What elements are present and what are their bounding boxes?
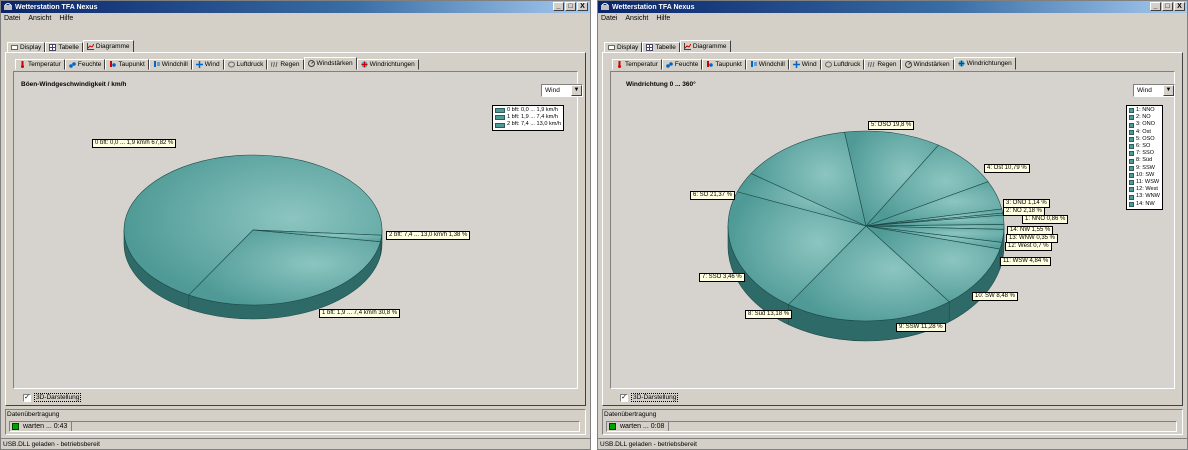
checkbox-3d[interactable]: ✓ 3D-Darstellung [23,393,82,402]
divider [71,422,73,431]
transfer-group-label: Datenübertragung [7,411,60,418]
data-label: 4: Ost 10,79 % [984,164,1030,173]
data-label: 12: West 0,7 % [1005,242,1052,251]
status-bar: USB.DLL geladen - betriebsbereit [1,438,590,449]
checkbox-3d-box[interactable]: ✓ [23,393,31,402]
data-label: 6: SO 21,37 % [690,191,736,200]
checkbox-3d-label: 3D-Darstellung [631,393,679,402]
data-label: 13: WNW 0,35 % [1006,234,1059,243]
transfer-status: warten ... 0:08 [620,423,665,430]
checkbox-3d[interactable]: ✓ 3D-Darstellung [620,393,679,402]
data-label: 5: OSO 19,8 % [868,121,915,130]
data-label: 1 bft: 1,9 ... 7,4 km/h 30,8 % [319,309,401,318]
transfer-status-row: warten ... 0:08 [606,421,1177,432]
transfer-status: warten ... 0:43 [23,423,68,430]
divider [668,422,670,431]
checkbox-3d-box[interactable]: ✓ [620,393,628,402]
status-light-icon [12,423,19,430]
data-label: 9: SSW 11,28 % [896,323,946,332]
transfer-status-row: warten ... 0:43 [9,421,580,432]
pie-chart-windrichtungen [727,130,1005,342]
data-label: 10: SW 8,48 % [972,292,1019,301]
data-label: 14: NW 1,55 % [1007,226,1054,235]
data-label: 8: Süd 13,18 % [745,310,793,319]
data-label: 1: NNO 0,86 % [1022,215,1069,224]
pie-chart-windstaerken [123,154,383,320]
checkbox-3d-label: 3D-Darstellung [34,393,82,402]
data-label: 7: SSO 3,46 % [699,273,745,282]
transfer-group-label: Datenübertragung [604,411,657,418]
status-bar: USB.DLL geladen - betriebsbereit [598,438,1187,449]
data-label: 3: ONO 1,14 % [1003,199,1050,208]
data-label: 11: WSW 4,84 % [1000,257,1052,266]
window-left: Wetterstation TFA Nexus _ □ X Datei Ansi… [0,0,591,450]
window-right: Wetterstation TFA Nexus _ □ X Datei Ansi… [597,0,1188,450]
data-label: 2: NO 2,18 % [1003,207,1046,216]
data-label: 2 bft: 7,4 ... 13,0 km/h 1,38 % [386,231,471,240]
data-label: 0 bft: 0,0 ... 1,9 km/h 67,82 % [92,139,177,148]
status-light-icon [609,423,616,430]
